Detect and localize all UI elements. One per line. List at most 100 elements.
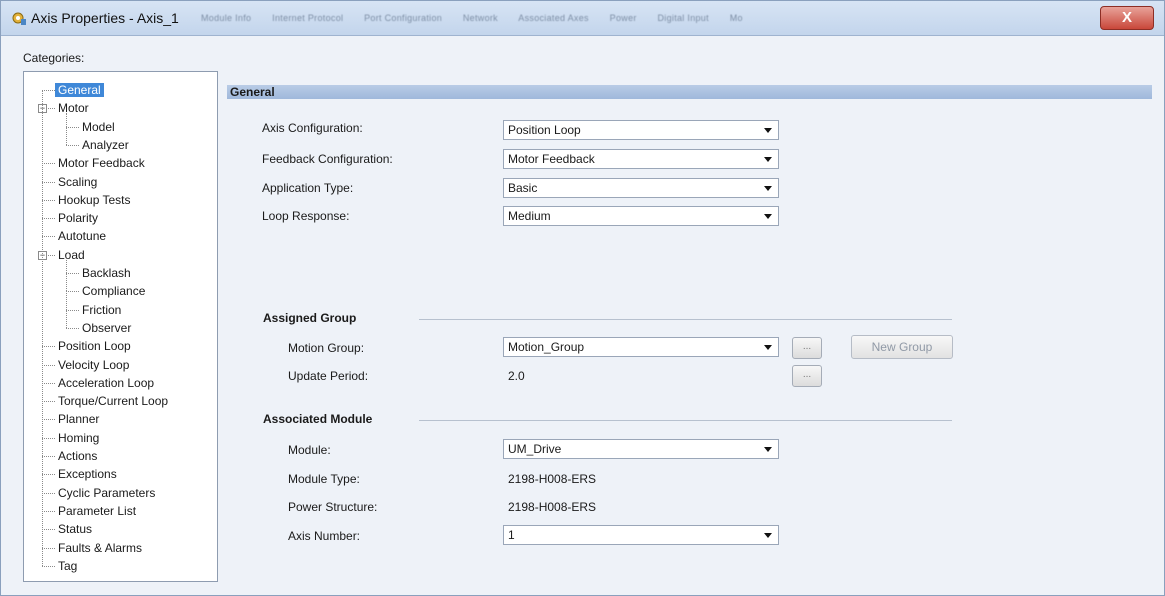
tree-item-general[interactable]: General xyxy=(55,83,104,97)
tree-item-torque-current-loop[interactable]: Torque/Current Loop xyxy=(58,394,168,408)
tree-item-planner[interactable]: Planner xyxy=(58,412,99,426)
tree-item-acceleration-loop[interactable]: Acceleration Loop xyxy=(58,376,154,390)
tree-item-polarity[interactable]: Polarity xyxy=(58,211,98,225)
ghost-tab: Mo xyxy=(729,13,743,23)
tree-item-position-loop[interactable]: Position Loop xyxy=(58,339,131,353)
tree-connector xyxy=(42,346,55,347)
chevron-down-icon xyxy=(764,214,772,219)
ghost-tab: Power xyxy=(609,13,637,23)
module-type-value: 2198-H008-ERS xyxy=(508,472,597,486)
ghost-tab: Digital Input xyxy=(657,13,709,23)
tree-connector xyxy=(42,182,55,183)
close-icon: X xyxy=(1121,9,1132,26)
update-period-label: Update Period: xyxy=(288,369,369,383)
tree-connector xyxy=(66,291,79,292)
tree-item-hookup-tests[interactable]: Hookup Tests xyxy=(58,193,131,207)
tree-item-motor-feedback[interactable]: Motor Feedback xyxy=(58,156,145,170)
tree-connector xyxy=(66,113,67,127)
tree-item-cyclic-parameters[interactable]: Cyclic Parameters xyxy=(58,486,155,500)
tree-connector xyxy=(42,529,55,530)
tree-connector xyxy=(42,456,55,457)
update-period-value: 2.0 xyxy=(508,369,525,383)
tree-connector xyxy=(42,566,55,567)
tree-connector xyxy=(42,511,55,512)
application-type-label: Application Type: xyxy=(262,181,354,195)
tree-connector xyxy=(42,365,55,366)
update-period-browse-button[interactable]: ... xyxy=(792,365,822,387)
tree-item-actions[interactable]: Actions xyxy=(58,449,97,463)
tree-item-analyzer[interactable]: Analyzer xyxy=(82,138,129,152)
motion-group-browse-button[interactable]: ... xyxy=(792,337,822,359)
ghost-tab: Port Configuration xyxy=(364,13,443,23)
tree-connector xyxy=(42,200,55,201)
ellipsis-icon: ... xyxy=(802,369,812,380)
title-bar[interactable]: Axis Properties - Axis_1 Module Info Int… xyxy=(1,1,1164,36)
loop-response-label: Loop Response: xyxy=(262,209,350,223)
tree-item-observer[interactable]: Observer xyxy=(82,321,131,335)
tree-item-exceptions[interactable]: Exceptions xyxy=(58,467,117,481)
tree-connector xyxy=(42,548,55,549)
feedback-configuration-label: Feedback Configuration: xyxy=(262,152,393,166)
tree-item-compliance[interactable]: Compliance xyxy=(82,284,145,298)
chevron-down-icon xyxy=(764,533,772,538)
close-button[interactable]: X xyxy=(1100,6,1154,30)
ghost-tab: Associated Axes xyxy=(518,13,589,23)
axis-properties-window: Axis Properties - Axis_1 Module Info Int… xyxy=(0,0,1165,596)
tree-item-parameter-list[interactable]: Parameter List xyxy=(58,504,136,518)
tree-item-friction[interactable]: Friction xyxy=(82,303,121,317)
categories-tree[interactable]: General Motor − Model Analyzer Motor Feedback… xyxy=(23,71,218,582)
application-type-value: Basic xyxy=(508,181,538,195)
window-title: Axis Properties - Axis_1 xyxy=(31,10,179,26)
associated-module-title: Associated Module xyxy=(263,412,373,426)
chevron-down-icon xyxy=(764,157,772,162)
tree-connector xyxy=(66,127,67,145)
chevron-down-icon xyxy=(764,128,772,133)
tree-connector xyxy=(66,310,79,311)
axis-configuration-dropdown[interactable]: Position Loop xyxy=(503,120,779,140)
categories-label: Categories: xyxy=(23,51,85,65)
tree-connector xyxy=(66,273,79,274)
axis-properties-icon xyxy=(12,12,26,25)
application-type-dropdown[interactable]: Basic xyxy=(503,178,779,198)
ghost-tab: Network xyxy=(462,13,498,23)
tree-item-backlash[interactable]: Backlash xyxy=(82,266,131,280)
background-tabs: Module Info Internet Protocol Port Confi… xyxy=(201,13,861,25)
tree-connector xyxy=(66,145,79,146)
tree-item-load[interactable]: Load xyxy=(58,248,85,262)
tree-connector xyxy=(66,260,67,273)
power-structure-label: Power Structure: xyxy=(288,500,378,514)
tree-item-homing[interactable]: Homing xyxy=(58,431,99,445)
feedback-configuration-value: Motor Feedback xyxy=(508,152,595,166)
ghost-tab: Internet Protocol xyxy=(272,13,344,23)
ghost-tab: Module Info xyxy=(201,13,252,23)
tree-item-motor[interactable]: Motor xyxy=(58,101,89,115)
tree-connector xyxy=(66,127,79,128)
loop-response-dropdown[interactable]: Medium xyxy=(503,206,779,226)
tree-item-status[interactable]: Status xyxy=(58,522,92,536)
tree-connector xyxy=(42,236,55,237)
feedback-configuration-dropdown[interactable]: Motor Feedback xyxy=(503,149,779,169)
tree-connector xyxy=(42,438,55,439)
associated-module-divider xyxy=(419,420,952,421)
tree-item-tag[interactable]: Tag xyxy=(58,559,77,573)
tree-item-velocity-loop[interactable]: Velocity Loop xyxy=(58,358,129,372)
tree-connector xyxy=(42,383,55,384)
tree-item-faults-alarms[interactable]: Faults & Alarms xyxy=(58,541,142,555)
axis-configuration-label: Axis Configuration: xyxy=(262,121,363,135)
motion-group-dropdown[interactable]: Motion_Group xyxy=(503,337,779,357)
tree-connector xyxy=(66,273,67,291)
chevron-down-icon xyxy=(764,345,772,350)
tree-item-model[interactable]: Model xyxy=(82,120,115,134)
tree-item-autotune[interactable]: Autotune xyxy=(58,229,106,243)
tree-connector xyxy=(42,419,55,420)
tree-connector xyxy=(42,474,55,475)
module-dropdown[interactable]: UM_Drive xyxy=(503,439,779,459)
power-structure-value: 2198-H008-ERS xyxy=(508,500,597,514)
new-group-button[interactable]: New Group xyxy=(851,335,953,359)
general-section-header: General xyxy=(227,85,1152,99)
tree-item-scaling[interactable]: Scaling xyxy=(58,175,97,189)
tree-connector xyxy=(42,90,43,566)
tree-connector xyxy=(42,218,55,219)
tree-connector xyxy=(42,163,55,164)
axis-number-dropdown[interactable]: 1 xyxy=(503,525,779,545)
